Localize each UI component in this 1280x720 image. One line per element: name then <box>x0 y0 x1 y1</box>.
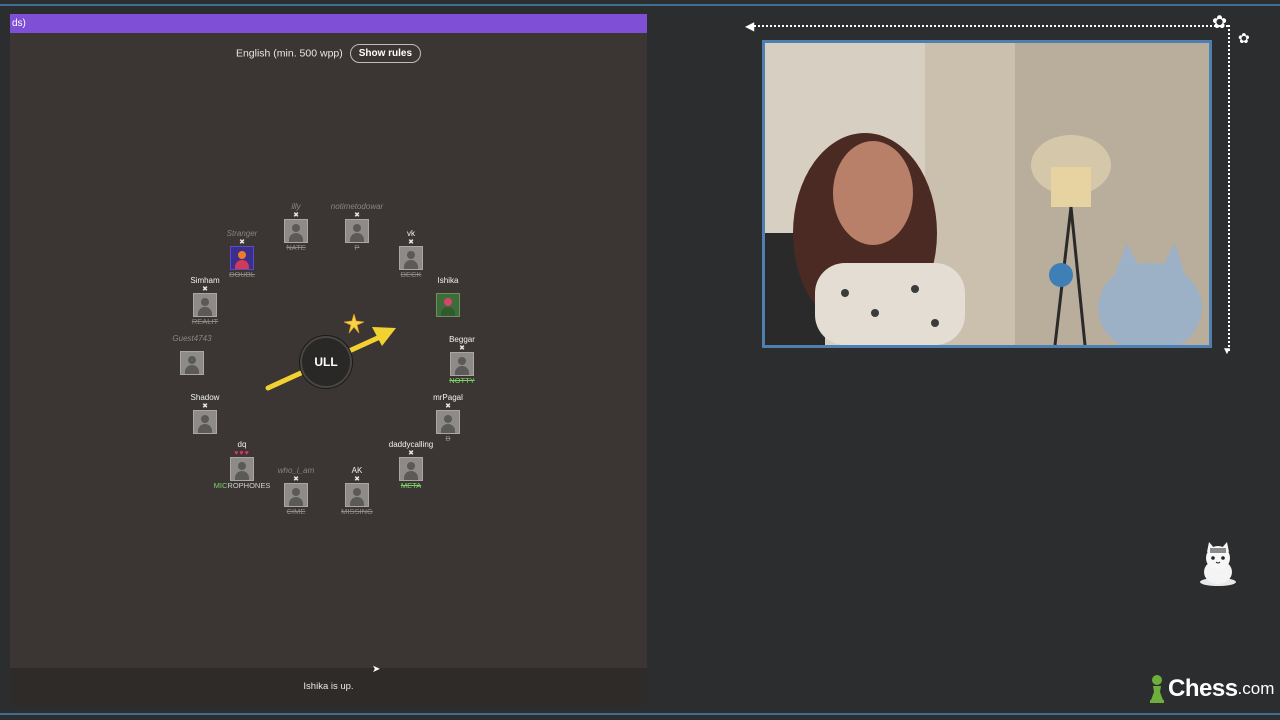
webcam-image <box>765 43 1209 345</box>
status-text: Ishika is up. <box>303 681 354 692</box>
cat-sticker-icon <box>1200 542 1236 586</box>
spark-icon <box>344 314 364 334</box>
mouse-cursor-icon: ➤ <box>372 664 381 675</box>
webcam-dotted-border-right <box>1228 25 1230 351</box>
arrow-left-icon: ◀ <box>745 19 755 33</box>
brand-suffix: .com <box>1237 679 1275 698</box>
webcam-feed <box>762 40 1212 348</box>
top-frame-line <box>0 4 1280 6</box>
status-bar: Ishika is up. <box>10 668 647 706</box>
arrow-down-icon: ▼ <box>1222 346 1232 357</box>
game-panel: ds) English (min. 500 wpp) Show rules il… <box>10 14 647 706</box>
brand-name: Chess <box>1168 675 1238 702</box>
bomb-syllable: ULL <box>300 336 352 388</box>
syllable-text: ULL <box>314 355 338 369</box>
chess-com-logo: Chess .com <box>1148 674 1274 704</box>
flower-icon: ✿ <box>1238 30 1250 46</box>
webcam-dotted-border-top <box>754 25 1228 27</box>
flower-icon: ✿ <box>1212 12 1228 32</box>
bottom-frame-line <box>0 713 1280 715</box>
pawn-icon <box>1150 675 1164 703</box>
